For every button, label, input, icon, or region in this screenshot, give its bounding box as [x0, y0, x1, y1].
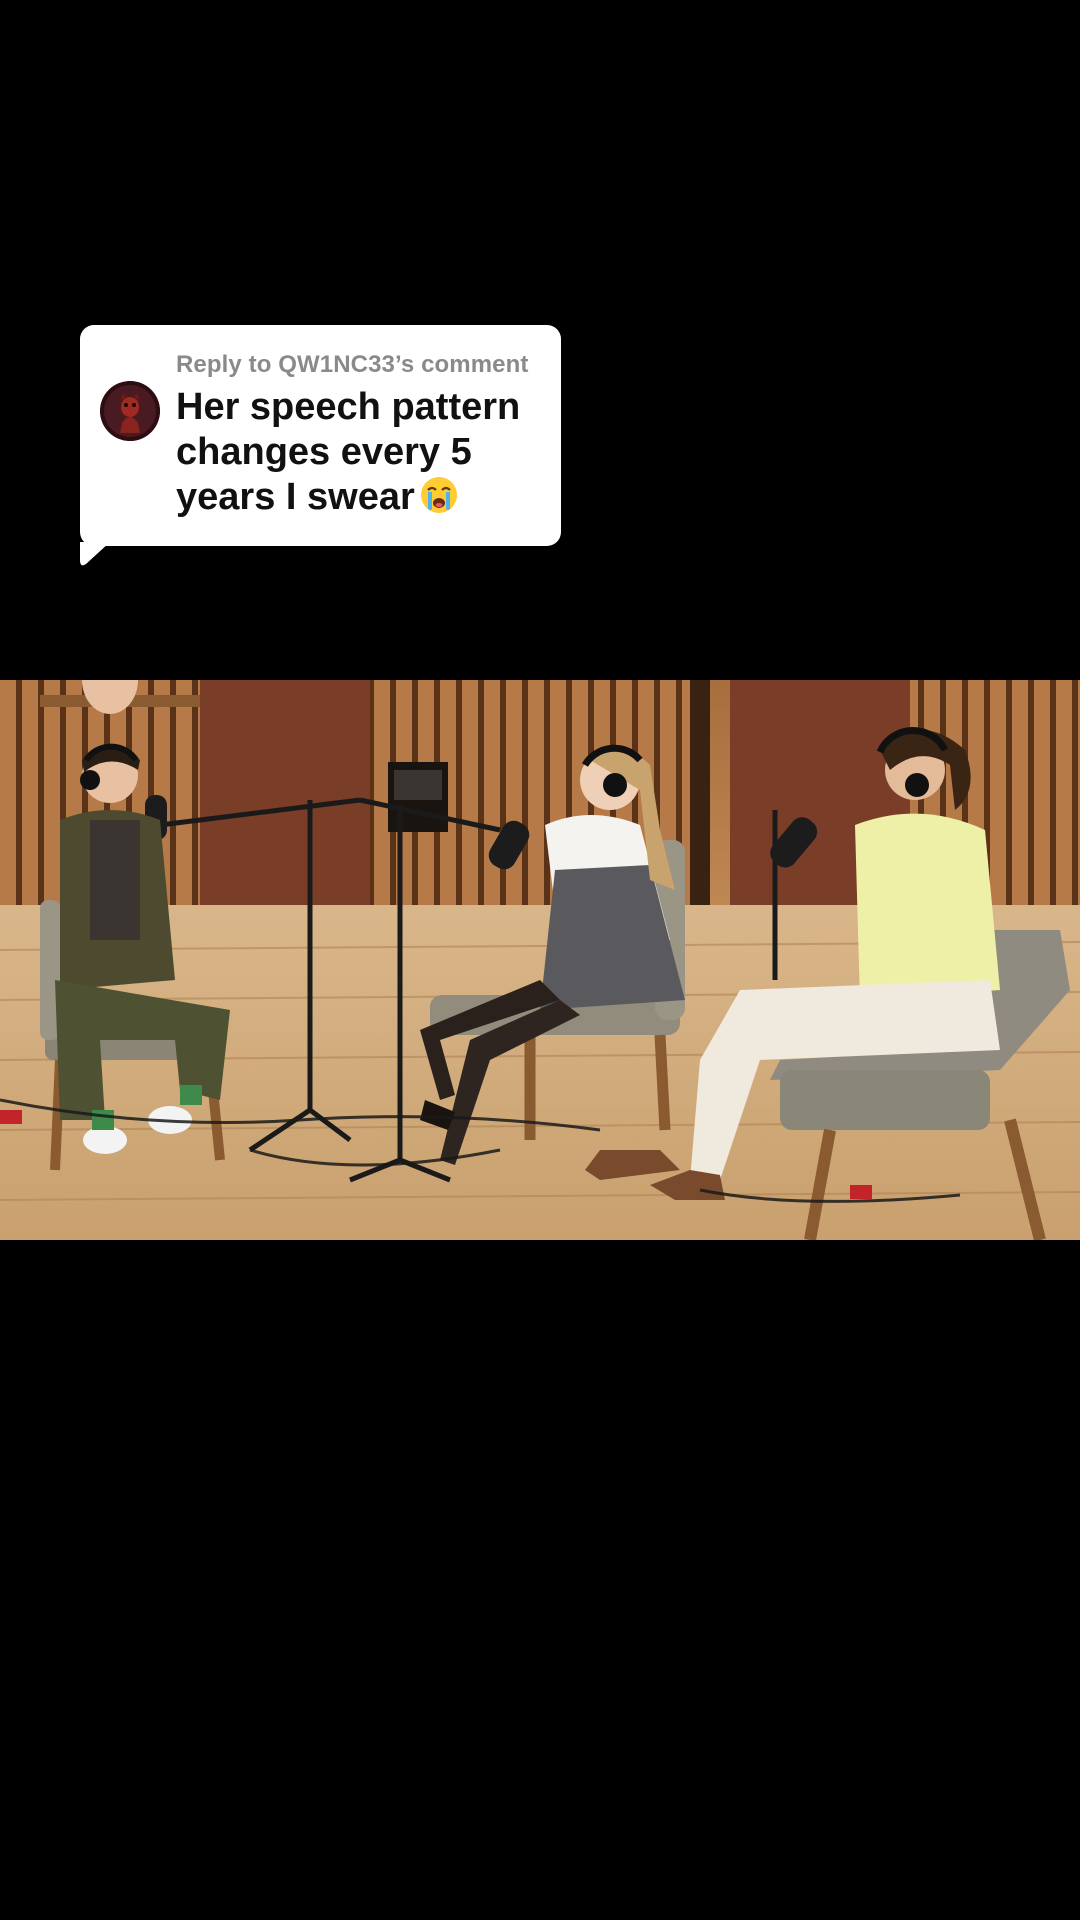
video-frame [0, 680, 1080, 1240]
commenter-avatar [100, 381, 160, 441]
comment-text: Her speech pattern changes every 5 years… [176, 385, 551, 520]
bubble-tail [80, 542, 110, 566]
reply-to-label: Reply to QW1NC33’s comment [176, 351, 529, 378]
comment-text-body: Her speech pattern changes every 5 years… [176, 386, 521, 518]
reply-comment-sticker[interactable]: Reply to QW1NC33’s comment Her speech pa… [80, 325, 561, 566]
video-screen[interactable]: Reply to QW1NC33’s comment Her speech pa… [0, 0, 1080, 1920]
loudly-crying-face-icon [419, 475, 459, 515]
studio-scene-image [0, 680, 1080, 1240]
